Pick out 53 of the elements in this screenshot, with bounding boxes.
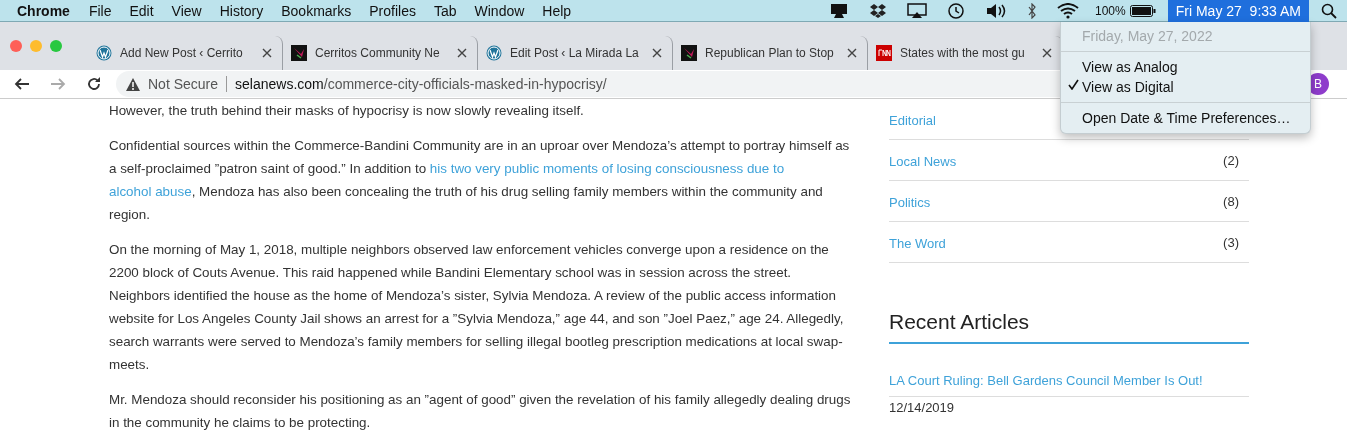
- article-date: 12/14/2019: [889, 400, 955, 415]
- url-text: selanews.com/commerce-city-officials-masked-in-hypocrisy/: [235, 76, 607, 92]
- paragraph: However, the truth behind their masks of hypocrisy is now slowly revealing itself.: [109, 102, 585, 120]
- bird-logo-icon: [681, 45, 697, 61]
- battery-percent: 100%: [1095, 3, 1126, 18]
- menu-item[interactable]: History: [210, 2, 273, 19]
- menu-item[interactable]: Open Date & Time Preferences…: [1061, 108, 1310, 128]
- battery-icon[interactable]: [1129, 4, 1156, 17]
- search-icon[interactable]: [1321, 2, 1337, 19]
- category-count: (8): [1223, 193, 1239, 209]
- tab-title: Add New Post ‹ Cerrito: [120, 46, 244, 60]
- menu-item[interactable]: Window: [465, 2, 534, 19]
- paragraph: Confidential sources within the Commerce-Bandini Community are in an uproar over Mendoza’s attempt to portray himself as a self-proclaimed ”patron saint of good.” In addition to his two very public moments of losing consciousness due to alcohol abuse, Mendoza has also been concealing the truth of his drug selling family members within the community and region.: [109, 137, 851, 224]
- display-icon[interactable]: [829, 2, 849, 19]
- menu-item: Friday, May 27, 2022: [1081, 27, 1214, 46]
- menu-item[interactable]: View: [162, 2, 211, 19]
- reload-icon[interactable]: [86, 76, 102, 92]
- close-icon[interactable]: [262, 48, 272, 58]
- paragraph: Mr. Mendoza should reconsider his positioning as an ”agent of good” given the revelation of his family allegedly dealing drugs in the community he claims to be protecting.: [109, 391, 852, 432]
- tab-title: States with the most gu: [900, 46, 1026, 60]
- category-count: (3): [1223, 234, 1239, 250]
- airplay-icon[interactable]: [907, 2, 927, 19]
- paragraph: On the morning of May 1, 2018, multiple neighbors observed law enforcement vehicles converge upon a residence on the 2200 block of Couts Avenue. This raid happened while Bandini Elementary school was in session across the street. Neighbors identified the house as the home of Mendoza’s sister, Sylvia Mendoza. A review of the public access information website for Los Angeles County Jail shows an arrest for a ”Sylvia Mendoza,” age 44, and son ”Joel Paez,” age 24. Allegedly, search warrants were served to Mendoza’s family members for selling illegal bootleg prescription medications at local swap-meets.: [109, 241, 845, 374]
- close-icon[interactable]: [847, 48, 857, 58]
- back-icon[interactable]: [14, 76, 30, 92]
- news-logo-icon: [876, 45, 892, 61]
- security-label: Not Secure: [148, 76, 219, 92]
- menu-item[interactable]: Help: [533, 2, 581, 19]
- menu-item[interactable]: File: [79, 2, 121, 19]
- close-icon[interactable]: [457, 48, 467, 58]
- clock-history-icon[interactable]: [947, 1, 965, 20]
- app-menu[interactable]: Chrome: [8, 2, 80, 19]
- speaker-icon[interactable]: [985, 2, 1007, 19]
- menu-item[interactable]: Edit: [120, 2, 163, 19]
- menu-item[interactable]: Tab: [424, 2, 466, 19]
- close-icon[interactable]: [652, 48, 662, 58]
- wordpress-icon: [486, 45, 502, 61]
- dropbox-icon[interactable]: [869, 2, 887, 19]
- tab-title: Edit Post ‹ La Mirada La: [510, 46, 640, 60]
- bluetooth-icon[interactable]: [1027, 2, 1037, 19]
- warning-icon: [126, 77, 140, 91]
- bird-logo-icon: [291, 45, 307, 61]
- menu-item[interactable]: Profiles: [360, 2, 425, 19]
- menu-item-label: View as Digital: [1082, 79, 1174, 95]
- clock-menu-extra[interactable]: Fri May 27 9:33 AM: [1167, 0, 1309, 22]
- menu-item[interactable]: Bookmarks: [272, 2, 361, 19]
- tab-title: Cerritos Community Ne: [315, 46, 441, 60]
- section-heading: Recent Articles: [889, 310, 1249, 344]
- close-icon[interactable]: [1042, 48, 1052, 58]
- category-count: (2): [1223, 152, 1239, 168]
- wordpress-icon: [96, 45, 112, 61]
- tab-title: Republican Plan to Stop: [705, 46, 835, 60]
- wifi-icon[interactable]: [1057, 2, 1079, 19]
